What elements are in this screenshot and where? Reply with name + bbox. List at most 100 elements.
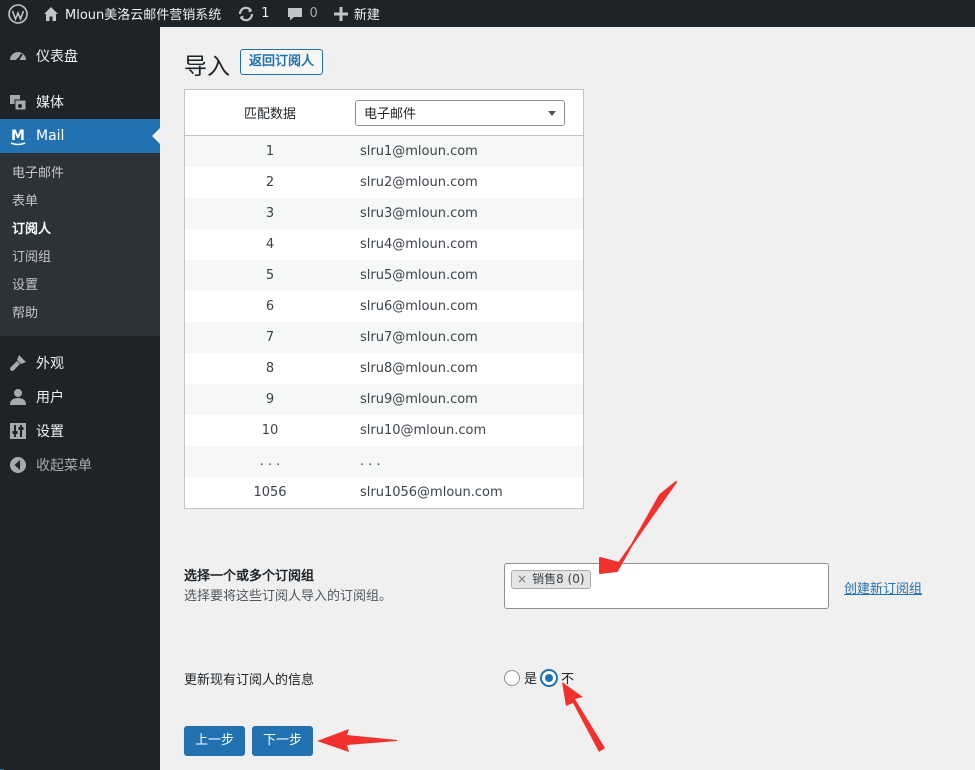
menu-media[interactable]: 媒体 bbox=[0, 85, 160, 119]
menu-media-label: 媒体 bbox=[36, 95, 64, 111]
radio-no[interactable] bbox=[541, 669, 558, 686]
previous-step-button[interactable]: 上一步 bbox=[184, 726, 246, 756]
row-number: 4 bbox=[265, 237, 275, 252]
table-row: 1056 slru1056@mloun.com bbox=[185, 477, 583, 508]
table-row: 8 slru8@mloun.com bbox=[185, 353, 583, 384]
row-email: slru1056@mloun.com bbox=[360, 485, 503, 500]
radio-no-label: 不 bbox=[561, 672, 575, 687]
media-icon bbox=[8, 92, 28, 112]
svg-text:M: M bbox=[11, 128, 25, 144]
new-content-link[interactable]: 新建 bbox=[326, 0, 388, 27]
paintbrush-icon bbox=[8, 353, 28, 373]
table-row: 6 slru6@mloun.com bbox=[185, 291, 583, 322]
row-number: 7 bbox=[265, 330, 275, 345]
comments-count: 0 bbox=[309, 6, 318, 21]
radio-yes-label: 是 bbox=[524, 672, 538, 687]
dashboard-icon bbox=[8, 46, 28, 66]
table-row: 7 slru7@mloun.com bbox=[185, 322, 583, 353]
updates-link[interactable]: 1 bbox=[229, 0, 277, 27]
main-content: 导入 返回订阅人 匹配数据 电子邮件 1 slru1@mloun.com 2 slru… bbox=[160, 27, 975, 770]
menu-users[interactable]: 用户 bbox=[0, 380, 160, 414]
settings-icon bbox=[8, 421, 28, 441]
selected-list-tag[interactable]: × 销售8 (0) bbox=[511, 570, 591, 589]
row-number: 1056 bbox=[253, 485, 287, 500]
row-number: 5 bbox=[265, 268, 275, 283]
table-row: 3 slru3@mloun.com bbox=[185, 198, 583, 229]
new-label: 新建 bbox=[353, 8, 380, 23]
updates-icon bbox=[239, 6, 254, 21]
back-to-subscribers-button[interactable]: 返回订阅人 bbox=[240, 49, 324, 75]
users-icon bbox=[8, 387, 28, 407]
table-row: 5 slru5@mloun.com bbox=[185, 260, 583, 291]
table-header: 匹配数据 电子邮件 bbox=[185, 90, 583, 136]
radio-yes[interactable] bbox=[504, 669, 520, 686]
submenu-help[interactable]: 帮助 bbox=[0, 300, 160, 328]
update-existing-radio-group: 是 不 bbox=[504, 668, 578, 687]
menu-users-label: 用户 bbox=[36, 390, 64, 406]
menu-appearance[interactable]: 外观 bbox=[0, 346, 160, 380]
admin-bar: Mloun美洛云邮件营销系统 1 0 新建 bbox=[0, 0, 975, 27]
mail-logo-icon: M bbox=[8, 126, 28, 146]
site-name: Mloun美洛云邮件营销系统 bbox=[65, 8, 222, 23]
match-field-select[interactable]: 电子邮件 bbox=[355, 99, 565, 126]
page-title: 导入 bbox=[184, 54, 230, 80]
table-row: . . . . . . bbox=[185, 446, 583, 477]
collapse-menu-button[interactable]: 收起菜单 bbox=[0, 448, 160, 482]
submenu-lists[interactable]: 订阅组 bbox=[0, 244, 160, 272]
admin-sidebar: 仪表盘 媒体 M Mail 电子邮件 表单 订阅人 订阅组 设置 帮助 外观 用… bbox=[0, 27, 160, 770]
submenu-forms[interactable]: 表单 bbox=[0, 188, 160, 216]
menu-dashboard-label: 仪表盘 bbox=[36, 49, 78, 65]
table-row: 2 slru2@mloun.com bbox=[185, 167, 583, 198]
row-number: 6 bbox=[265, 299, 275, 314]
menu-settings[interactable]: 设置 bbox=[0, 414, 160, 448]
update-existing-label: 更新现有订阅人的信息 bbox=[184, 673, 315, 688]
menu-mail[interactable]: M Mail bbox=[0, 119, 160, 153]
submenu-settings[interactable]: 设置 bbox=[0, 272, 160, 300]
row-email: slru5@mloun.com bbox=[360, 268, 478, 283]
submenu-emails[interactable]: 电子邮件 bbox=[0, 160, 160, 188]
comments-link[interactable]: 0 bbox=[278, 0, 326, 27]
site-name-link[interactable]: Mloun美洛云邮件营销系统 bbox=[35, 0, 229, 27]
table-row: 9 slru9@mloun.com bbox=[185, 384, 583, 415]
lists-section-title: 选择一个或多个订阅组 bbox=[184, 569, 315, 584]
table-body: 1 slru1@mloun.com 2 slru2@mloun.com 3 slru3@m… bbox=[185, 136, 583, 508]
import-preview-table: 匹配数据 电子邮件 1 slru1@mloun.com 2 slru2@mloun.c… bbox=[184, 89, 584, 509]
row-email: slru2@mloun.com bbox=[360, 175, 478, 190]
row-number: 9 bbox=[265, 392, 275, 407]
row-email: . . . bbox=[360, 454, 381, 469]
row-email: slru6@mloun.com bbox=[360, 299, 478, 314]
create-new-list-link[interactable]: 创建新订阅组 bbox=[844, 578, 922, 597]
updates-count: 1 bbox=[261, 6, 270, 21]
collapse-icon bbox=[8, 455, 28, 475]
menu-mail-label: Mail bbox=[36, 128, 65, 144]
lists-section-description: 选择要将这些订阅人导入的订阅组。 bbox=[184, 589, 393, 604]
next-step-button[interactable]: 下一步 bbox=[252, 726, 314, 756]
submenu-subscribers[interactable]: 订阅人 bbox=[0, 216, 160, 244]
row-email: slru1@mloun.com bbox=[360, 144, 478, 159]
comment-icon bbox=[287, 7, 302, 20]
chevron-down-icon bbox=[548, 110, 556, 116]
plus-icon bbox=[333, 6, 348, 21]
match-field-value: 电子邮件 bbox=[364, 107, 417, 122]
row-number: 10 bbox=[261, 423, 279, 438]
selected-list-label: 销售8 (0) bbox=[532, 572, 585, 586]
row-number: 1 bbox=[265, 144, 275, 159]
menu-dashboard[interactable]: 仪表盘 bbox=[0, 39, 160, 73]
menu-appearance-label: 外观 bbox=[36, 356, 64, 372]
remove-tag-icon[interactable]: × bbox=[517, 571, 527, 588]
row-email: slru8@mloun.com bbox=[360, 361, 478, 376]
wordpress-logo-icon[interactable] bbox=[0, 0, 35, 27]
row-email: slru10@mloun.com bbox=[360, 423, 487, 438]
row-number: . . . bbox=[259, 454, 281, 469]
table-row: 4 slru4@mloun.com bbox=[185, 229, 583, 260]
lists-multiselect[interactable]: × 销售8 (0) bbox=[504, 563, 829, 609]
row-email: slru7@mloun.com bbox=[360, 330, 478, 345]
table-row: 10 slru10@mloun.com bbox=[185, 415, 583, 446]
row-email: slru4@mloun.com bbox=[360, 237, 478, 252]
row-email: slru9@mloun.com bbox=[360, 392, 478, 407]
row-number: 8 bbox=[265, 361, 275, 376]
row-email: slru3@mloun.com bbox=[360, 206, 478, 221]
row-number: 2 bbox=[265, 175, 275, 190]
mail-submenu: 电子邮件 表单 订阅人 订阅组 设置 帮助 bbox=[0, 153, 160, 336]
match-data-label: 匹配数据 bbox=[243, 107, 296, 122]
